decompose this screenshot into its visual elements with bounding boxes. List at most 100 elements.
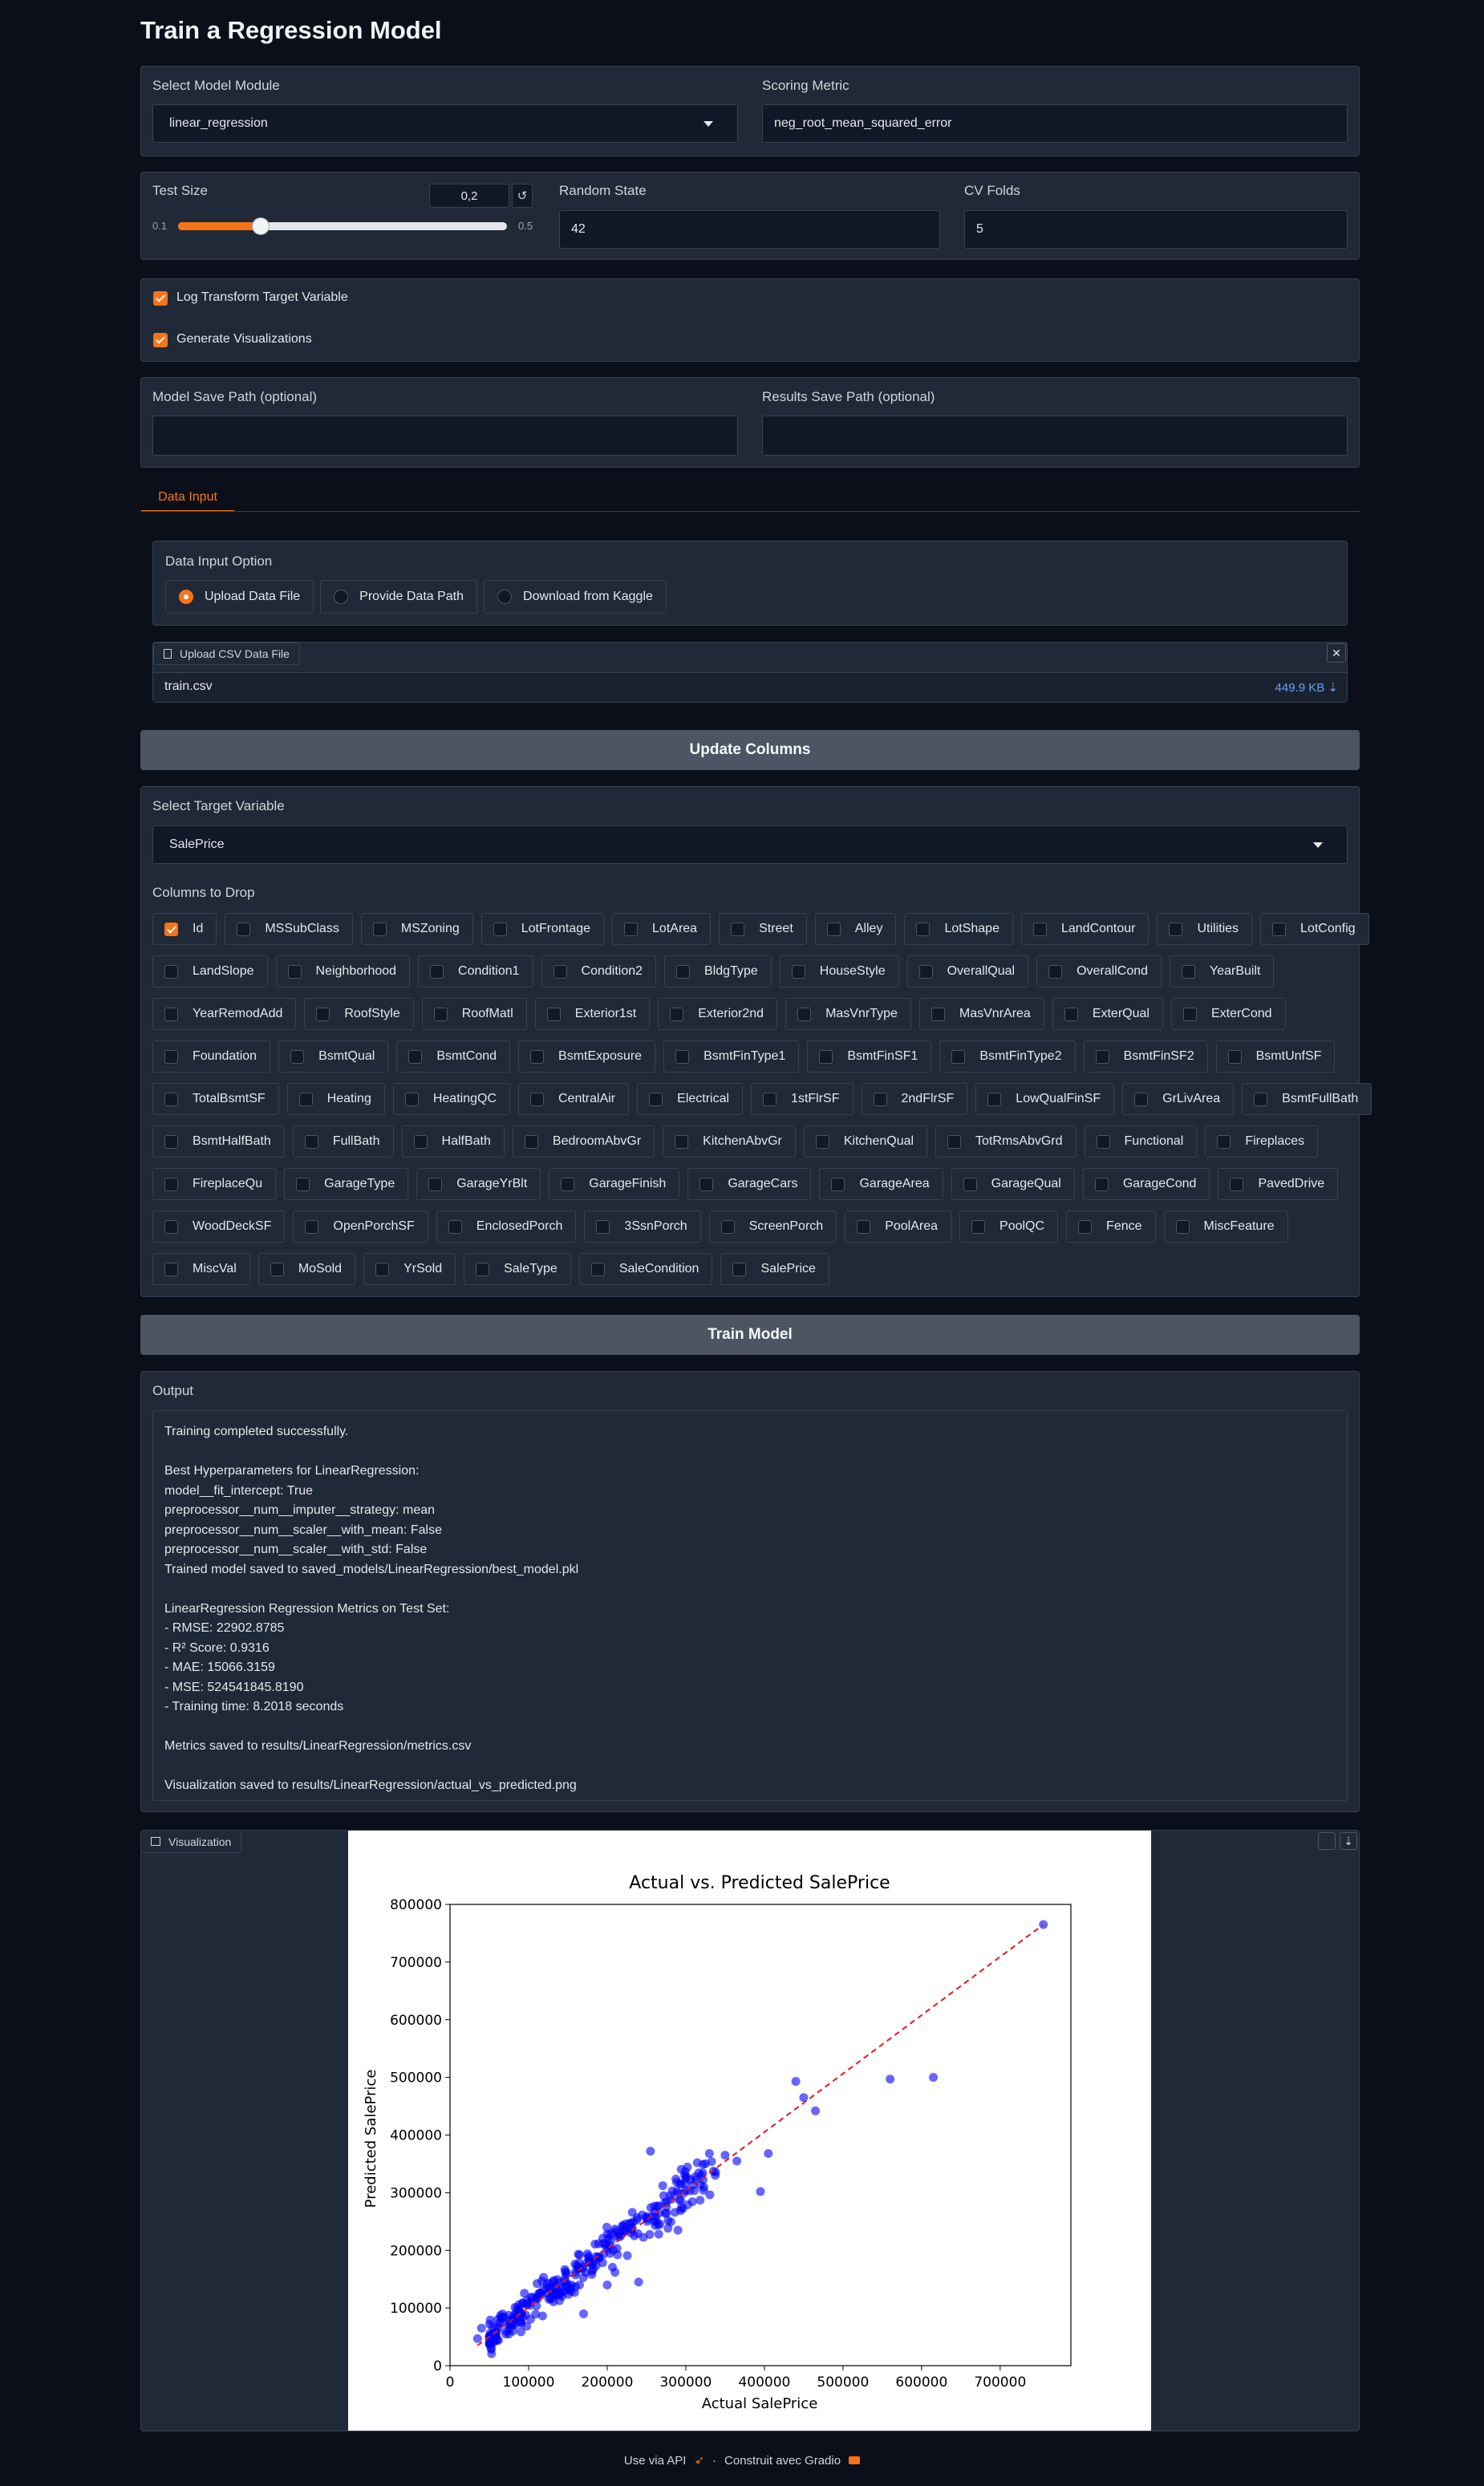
close-icon[interactable]: ✕ [1327,643,1346,663]
download-icon[interactable]: ⇣ [1340,1832,1357,1850]
drop-column-checkbox[interactable]: LowQualFinSF [975,1083,1115,1115]
drop-column-checkbox[interactable]: BsmtCond [396,1040,511,1073]
drop-column-checkbox[interactable]: GarageCars [687,1168,812,1200]
drop-column-checkbox[interactable]: SalePrice [720,1253,829,1285]
target-variable-dropdown[interactable]: SalePrice [152,825,1348,864]
drop-column-checkbox[interactable]: MoSold [257,1253,356,1285]
drop-column-checkbox[interactable]: Utilities [1157,913,1253,945]
output-textbox[interactable]: Training completed successfully. Best Hyp… [152,1410,1348,1801]
drop-column-checkbox[interactable]: OverallCond [1036,955,1162,988]
drop-column-checkbox[interactable]: RoofStyle [304,998,414,1030]
drop-column-checkbox[interactable]: BsmtFullBath [1242,1083,1372,1115]
drop-column-checkbox[interactable]: CentralAir [518,1083,630,1115]
drop-column-checkbox[interactable]: BsmtFinSF2 [1083,1040,1208,1073]
drop-column-checkbox[interactable]: ExterCond [1170,998,1286,1030]
radio-upload-data-file[interactable]: Upload Data File [165,580,314,614]
drop-column-checkbox[interactable]: YearRemodAdd [152,998,297,1030]
drop-column-checkbox[interactable]: BedroomAbvGr [512,1125,655,1158]
drop-column-checkbox[interactable]: KitchenAbvGr [663,1125,796,1158]
drop-column-checkbox[interactable]: KitchenQual [803,1125,928,1158]
drop-column-checkbox[interactable]: Exterior2nd [658,998,778,1030]
drop-column-checkbox[interactable]: PoolQC [959,1211,1059,1243]
drop-column-checkbox[interactable]: BsmtFinSF1 [807,1040,932,1073]
drop-column-checkbox[interactable]: FullBath [292,1125,394,1158]
results-save-path-input[interactable] [762,416,1348,456]
generate-viz-checkbox[interactable] [153,333,168,347]
drop-column-checkbox[interactable]: SaleCondition [578,1253,713,1285]
drop-column-checkbox[interactable]: LandSlope [152,955,268,988]
random-state-input[interactable]: 42 [559,210,940,249]
drop-column-checkbox[interactable]: 2ndFlrSF [861,1083,968,1115]
drop-column-checkbox[interactable]: YearBuilt [1170,955,1275,988]
use-via-api-link[interactable]: Use via API [624,2454,687,2468]
drop-column-checkbox[interactable]: WoodDeckSF [152,1211,286,1243]
drop-column-checkbox[interactable]: GarageFinish [549,1168,680,1200]
drop-column-checkbox[interactable]: LotArea [612,913,712,945]
drop-column-checkbox[interactable]: Fence [1066,1211,1156,1243]
drop-column-checkbox[interactable]: EnclosedPorch [436,1211,577,1243]
drop-column-checkbox[interactable]: Foundation [152,1040,271,1073]
drop-column-checkbox[interactable]: Exterior1st [534,998,651,1030]
drop-column-checkbox[interactable]: MSZoning [360,913,473,945]
drop-column-checkbox[interactable]: Functional [1084,1125,1198,1158]
drop-column-checkbox[interactable]: YrSold [363,1253,456,1285]
drop-column-checkbox[interactable]: TotRmsAbvGrd [935,1125,1077,1158]
built-with-gradio-link[interactable]: Construit avec Gradio [724,2454,841,2468]
drop-column-checkbox[interactable]: ScreenPorch [708,1211,837,1243]
drop-column-checkbox[interactable]: 1stFlrSF [751,1083,854,1115]
update-columns-button[interactable]: Update Columns [140,730,1360,770]
drop-column-checkbox[interactable]: PavedDrive [1218,1168,1339,1200]
drop-column-checkbox[interactable]: Electrical [637,1083,744,1115]
drop-column-checkbox[interactable]: LotFrontage [480,913,605,945]
drop-column-checkbox[interactable]: Heating [286,1083,385,1115]
fullscreen-icon[interactable] [1318,1832,1336,1850]
drop-column-checkbox[interactable]: LotShape [904,913,1013,945]
drop-column-checkbox[interactable]: BldgType [664,955,772,988]
drop-column-checkbox[interactable]: Condition2 [541,955,657,988]
drop-column-checkbox[interactable]: PoolArea [845,1211,952,1243]
drop-column-checkbox[interactable]: OpenPorchSF [293,1211,428,1243]
uploaded-file-row[interactable] [153,672,1347,702]
drop-column-checkbox[interactable]: BsmtQual [278,1040,389,1073]
train-model-button[interactable]: Train Model [140,1315,1360,1355]
drop-column-checkbox[interactable]: HouseStyle [779,955,899,988]
scoring-metric-input[interactable]: neg_root_mean_squared_error [762,104,1348,143]
drop-column-checkbox[interactable]: MasVnrArea [918,998,1044,1030]
drop-column-checkbox[interactable]: GarageQual [951,1168,1075,1200]
drop-column-checkbox[interactable]: Alley [814,913,897,945]
drop-column-checkbox[interactable]: SaleType [464,1253,571,1285]
test-size-slider-thumb[interactable] [251,217,270,235]
drop-column-checkbox[interactable]: HalfBath [401,1125,505,1158]
cv-folds-input[interactable]: 5 [964,210,1348,249]
test-size-slider-track[interactable] [178,217,507,235]
drop-column-checkbox[interactable]: LandContour [1020,913,1149,945]
drop-column-checkbox[interactable]: GarageYrBlt [416,1168,541,1200]
drop-column-checkbox[interactable]: BsmtFinType1 [663,1040,800,1073]
drop-column-checkbox[interactable]: BsmtHalfBath [152,1125,285,1158]
drop-column-checkbox[interactable]: MiscVal [152,1253,250,1285]
drop-column-checkbox[interactable]: GarageCond [1082,1168,1210,1200]
drop-column-checkbox[interactable]: MiscFeature [1163,1211,1288,1243]
model-module-dropdown[interactable]: linear_regression [152,104,738,143]
drop-column-checkbox[interactable]: Condition1 [418,955,533,988]
radio-provide-data-path[interactable]: Provide Data Path [320,580,478,614]
reset-icon[interactable]: ↺ [512,184,533,208]
drop-column-checkbox[interactable]: TotalBsmtSF [152,1083,279,1115]
model-save-path-input[interactable] [152,416,738,456]
drop-column-checkbox[interactable]: GarageArea [819,1168,943,1200]
log-transform-checkbox[interactable] [153,291,168,306]
drop-column-checkbox[interactable]: RoofMatl [421,998,527,1030]
radio-download-kaggle[interactable]: Download from Kaggle [484,580,667,614]
drop-column-checkbox[interactable]: LotConfig [1260,913,1369,945]
drop-column-checkbox[interactable]: Fireplaces [1205,1125,1319,1158]
drop-column-checkbox[interactable]: MasVnrType [785,998,911,1030]
drop-column-checkbox[interactable]: BsmtFinType2 [939,1040,1076,1073]
tab-data-input[interactable]: Data Input [141,485,234,512]
drop-column-checkbox[interactable]: MSSubClass [225,913,353,945]
drop-column-checkbox[interactable]: GarageType [284,1168,409,1200]
test-size-number-input[interactable]: 0,2 [429,184,509,208]
drop-column-checkbox[interactable]: Street [719,913,807,945]
uploaded-filesize[interactable]: 449.9 KB ⇣ [1251,680,1338,695]
drop-column-checkbox[interactable]: OverallQual [906,955,1029,988]
drop-column-checkbox[interactable]: Id [152,913,217,945]
